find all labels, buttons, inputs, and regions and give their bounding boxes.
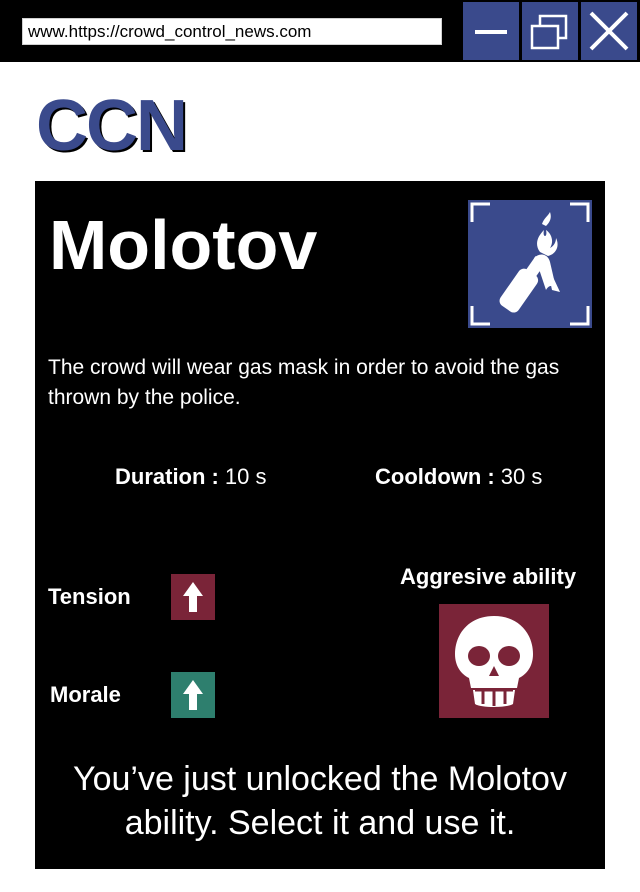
molotov-icon bbox=[468, 200, 592, 328]
url-bar[interactable]: www.https://crowd_control_news.com bbox=[22, 18, 442, 45]
ability-title: Molotov bbox=[49, 206, 318, 284]
unlock-message: You’ve just unlocked the Molotov ability… bbox=[73, 760, 567, 842]
ability-type-label: Aggresive ability bbox=[400, 564, 577, 589]
cooldown-stat: Cooldown :30 s bbox=[375, 463, 542, 491]
maximize-icon bbox=[530, 14, 568, 50]
duration-stat: Duration :10 s bbox=[115, 463, 266, 491]
arrow-up-icon bbox=[171, 574, 215, 620]
duration-value: 10 s bbox=[224, 464, 267, 489]
minimize-button[interactable] bbox=[463, 2, 519, 60]
cooldown-label: Cooldown : bbox=[375, 464, 495, 489]
duration-label: Duration : bbox=[115, 464, 219, 489]
browser-top-bar: www.https://crowd_control_news.com bbox=[0, 0, 640, 62]
ability-description: The crowd will wear gas mask in order to… bbox=[48, 356, 560, 409]
close-icon bbox=[589, 11, 629, 51]
arrow-up-icon bbox=[171, 672, 215, 718]
morale-label: Morale bbox=[50, 682, 121, 707]
site-logo[interactable]: CCN bbox=[36, 86, 188, 166]
minimize-icon bbox=[475, 30, 507, 34]
page: www.https://crowd_control_news.com CCN M… bbox=[0, 0, 640, 892]
ability-card: Molotov The crowd will wear gas mask in … bbox=[35, 181, 605, 869]
skull-icon bbox=[439, 604, 549, 718]
close-button[interactable] bbox=[581, 2, 637, 60]
tension-label: Tension bbox=[48, 584, 131, 609]
cooldown-value: 30 s bbox=[500, 464, 543, 489]
maximize-button[interactable] bbox=[522, 2, 578, 60]
